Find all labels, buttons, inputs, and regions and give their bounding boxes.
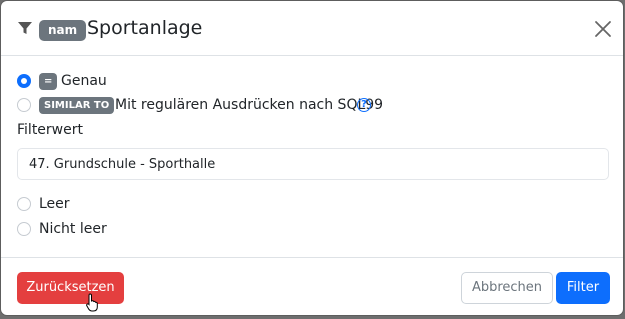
radio-not-empty[interactable] — [17, 222, 31, 236]
filter-value-label: Filterwert — [17, 122, 83, 138]
filter-dialog: nam Sportanlage = Genau SIMILAR TO Mit r… — [1, 1, 623, 315]
equals-badge: = — [39, 73, 58, 90]
option-exact-label: Genau — [61, 73, 107, 89]
hand-cursor-icon — [86, 293, 98, 312]
option-empty-label: Leer — [39, 196, 70, 212]
radio-empty[interactable] — [17, 197, 31, 211]
radio-similar-to[interactable] — [17, 98, 31, 112]
dialog-header: nam Sportanlage — [1, 1, 623, 56]
option-not-empty-label: Nicht leer — [39, 221, 107, 237]
close-icon[interactable] — [592, 18, 614, 40]
type-badge: nam — [39, 20, 87, 41]
filter-value-input[interactable] — [17, 148, 609, 180]
reset-button[interactable]: Zurücksetzen — [17, 272, 124, 304]
filter-icon — [18, 22, 32, 34]
help-icon[interactable]: ? — [357, 98, 371, 112]
option-regex-label: Mit regulären Ausdrücken nach SQL99 — [115, 97, 384, 113]
dialog-title: Sportanlage — [87, 17, 203, 39]
radio-exact[interactable] — [17, 74, 31, 88]
filter-button[interactable]: Filter — [556, 272, 610, 304]
similar-to-badge: SIMILAR TO — [39, 97, 115, 114]
cancel-button[interactable]: Abbrechen — [461, 272, 553, 304]
